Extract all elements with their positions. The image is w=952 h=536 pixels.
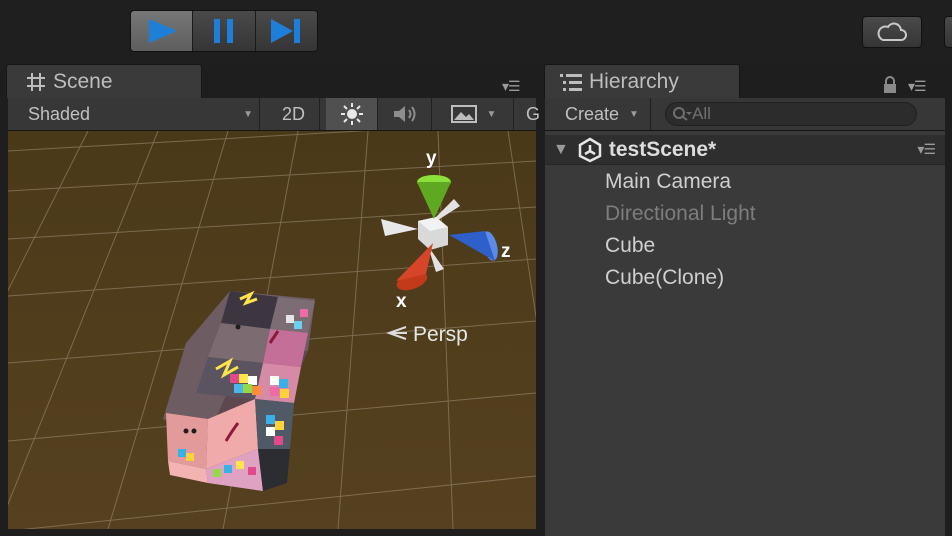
- chevron-down-icon: ▼: [486, 108, 497, 120]
- lock-icon[interactable]: [882, 76, 898, 94]
- scene-viewport[interactable]: y z x Persp: [8, 131, 536, 529]
- play-button[interactable]: [131, 11, 194, 51]
- tab-hierarchy[interactable]: Hierarchy: [544, 64, 740, 98]
- shading-mode-dropdown[interactable]: Shaded ▼: [8, 98, 260, 130]
- list-icon: [560, 73, 582, 91]
- pause-button[interactable]: [193, 11, 256, 51]
- create-dropdown[interactable]: Create ▼: [545, 98, 651, 130]
- scene-name: testScene*: [608, 137, 717, 161]
- speaker-icon: [393, 106, 415, 122]
- gizmo-z-label: z: [501, 241, 511, 262]
- scene-canvas[interactable]: y z x Persp: [8, 131, 536, 529]
- scene-toolbar: Shaded ▼ 2D ▼ G: [8, 98, 540, 131]
- gizmo-y-label: y: [426, 148, 437, 169]
- hierarchy-search-input[interactable]: All: [665, 102, 917, 126]
- lighting-toggle-button[interactable]: [326, 98, 378, 130]
- chevron-down-icon: ▼: [243, 108, 253, 120]
- hierarchy-item-cube-clone[interactable]: Cube(Clone): [605, 263, 724, 293]
- sun-icon: [340, 103, 363, 125]
- hierarchy-panel-menu-icon[interactable]: ▾☰: [908, 78, 927, 95]
- search-placeholder: All: [692, 104, 711, 123]
- chevron-down-icon: ▼: [629, 108, 639, 120]
- gizmo-x-label: x: [396, 291, 407, 312]
- expand-arrow-icon[interactable]: ▼: [553, 141, 569, 159]
- step-icon: [271, 19, 301, 43]
- scene-panel-menu-icon[interactable]: ▾☰: [502, 78, 521, 95]
- scene-row[interactable]: ▼ testScene* ▾☰: [545, 135, 945, 165]
- tab-scene[interactable]: Scene: [6, 64, 202, 98]
- hierarchy-item-main-camera[interactable]: Main Camera: [605, 167, 731, 197]
- scene-row-menu-icon[interactable]: ▾☰: [917, 141, 936, 158]
- tab-hierarchy-label: Hierarchy: [589, 69, 679, 93]
- hierarchy-item-cube[interactable]: Cube: [605, 231, 655, 261]
- account-button[interactable]: [944, 16, 952, 48]
- gizmos-dropdown[interactable]: G: [520, 98, 540, 130]
- audio-toggle-button[interactable]: [380, 98, 432, 130]
- step-button[interactable]: [255, 11, 317, 51]
- hierarchy-item-directional-light[interactable]: Directional Light: [605, 199, 756, 229]
- image-effects-icon: [450, 105, 477, 123]
- tab-scene-label: Scene: [53, 69, 113, 93]
- unity-scene-icon: [578, 137, 602, 162]
- hierarchy-toolbar: Create ▼ All: [545, 98, 945, 131]
- effects-dropdown[interactable]: ▼: [434, 98, 514, 130]
- shading-mode-label: Shaded: [28, 103, 91, 124]
- cloud-icon: [877, 22, 907, 41]
- cloud-button[interactable]: [862, 16, 922, 48]
- 2d-toggle-label: 2D: [281, 103, 305, 124]
- hierarchy-panel: ▼ testScene* ▾☰ Main Camera Directional …: [545, 131, 945, 536]
- playback-controls: [130, 10, 318, 52]
- create-label: Create: [565, 103, 620, 124]
- pause-icon: [213, 19, 233, 43]
- gizmos-label: G: [526, 103, 541, 124]
- main-toolbar: [0, 0, 952, 62]
- play-icon: [148, 19, 177, 43]
- projection-label: Persp: [413, 323, 468, 346]
- 2d-toggle-button[interactable]: 2D: [268, 98, 320, 130]
- grid-icon: [27, 72, 45, 91]
- search-icon: [673, 107, 692, 121]
